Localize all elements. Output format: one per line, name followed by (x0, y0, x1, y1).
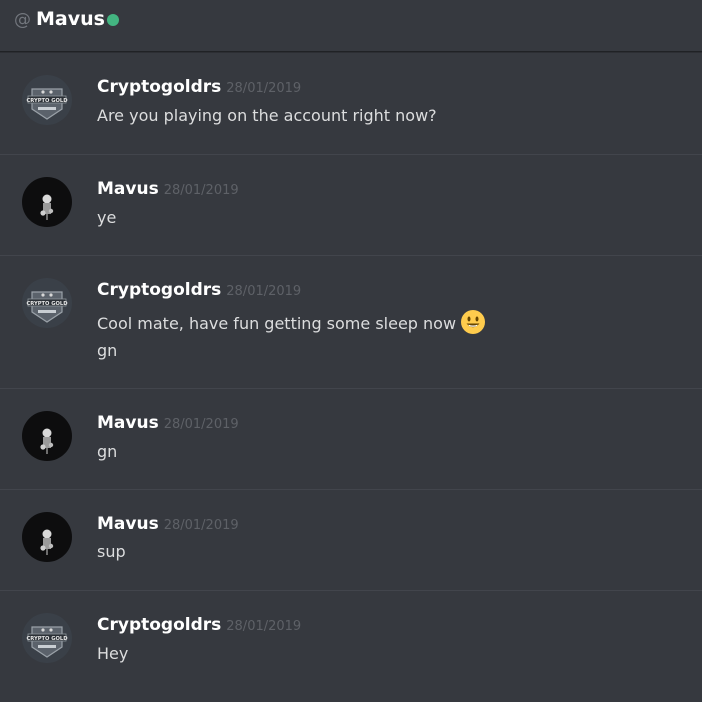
author-name[interactable]: Cryptogoldrs (97, 615, 221, 635)
message-timestamp: 28/01/2019 (163, 183, 239, 198)
crypto-gold-avatar[interactable]: CRYPTO GOLD (22, 75, 72, 125)
message-group: Mavus 28/01/2019 gn (0, 389, 702, 490)
crypto-gold-avatar[interactable]: CRYPTO GOLD (22, 613, 72, 663)
crypto-gold-avatar-text: CRYPTO GOLD (26, 98, 68, 104)
channel-header: @ Mavus (0, 0, 702, 52)
message-group: CRYPTO GOLD Cryptogoldrs 28/01/2019 Cool … (0, 256, 702, 389)
author-name[interactable]: Mavus (97, 179, 159, 199)
message-text: sup (97, 542, 126, 561)
recipient-name[interactable]: Mavus (36, 8, 105, 30)
author-name[interactable]: Cryptogoldrs (97, 77, 221, 97)
smiley-emoji-icon (460, 309, 486, 335)
message-author[interactable]: Mavus 28/01/2019 (97, 514, 239, 534)
author-name[interactable]: Cryptogoldrs (97, 280, 221, 300)
message-group: CRYPTO GOLD Cryptogoldrs 28/01/2019 Are y… (0, 53, 702, 155)
message-text: Hey (97, 644, 129, 663)
crypto-gold-avatar-text: CRYPTO GOLD (26, 301, 68, 307)
message-text: ye (97, 208, 117, 227)
message-author[interactable]: Mavus 28/01/2019 (97, 413, 239, 433)
message-author[interactable]: Cryptogoldrs 28/01/2019 (97, 280, 301, 300)
message-text: Are you playing on the account right now… (97, 106, 437, 125)
dark-figure-avatar[interactable] (22, 411, 72, 461)
message-text-line: Cool mate, have fun getting some sleep n… (97, 309, 486, 335)
message-group: CRYPTO GOLD Cryptogoldrs 28/01/2019 Hey (0, 591, 702, 702)
crypto-gold-avatar[interactable]: CRYPTO GOLD (22, 278, 72, 328)
at-symbol-icon: @ (14, 10, 31, 30)
message-text: gn (97, 341, 118, 360)
message-timestamp: 28/01/2019 (226, 284, 302, 299)
message-author[interactable]: Mavus 28/01/2019 (97, 179, 239, 199)
message-timestamp: 28/01/2019 (226, 619, 302, 634)
dark-figure-avatar[interactable] (22, 177, 72, 227)
crypto-gold-avatar-text: CRYPTO GOLD (26, 636, 68, 642)
online-status-icon (107, 14, 119, 26)
message-timestamp: 28/01/2019 (163, 518, 239, 533)
message-group: Mavus 28/01/2019 sup (0, 490, 702, 591)
message-timestamp: 28/01/2019 (163, 417, 239, 432)
message-timestamp: 28/01/2019 (226, 81, 302, 96)
author-name[interactable]: Mavus (97, 413, 159, 433)
message-text: Cool mate, have fun getting some sleep n… (97, 314, 457, 333)
message-group: Mavus 28/01/2019 ye (0, 155, 702, 256)
message-text: gn (97, 442, 118, 461)
author-name[interactable]: Mavus (97, 514, 159, 534)
dark-figure-avatar[interactable] (22, 512, 72, 562)
message-author[interactable]: Cryptogoldrs 28/01/2019 (97, 77, 301, 97)
message-author[interactable]: Cryptogoldrs 28/01/2019 (97, 615, 301, 635)
